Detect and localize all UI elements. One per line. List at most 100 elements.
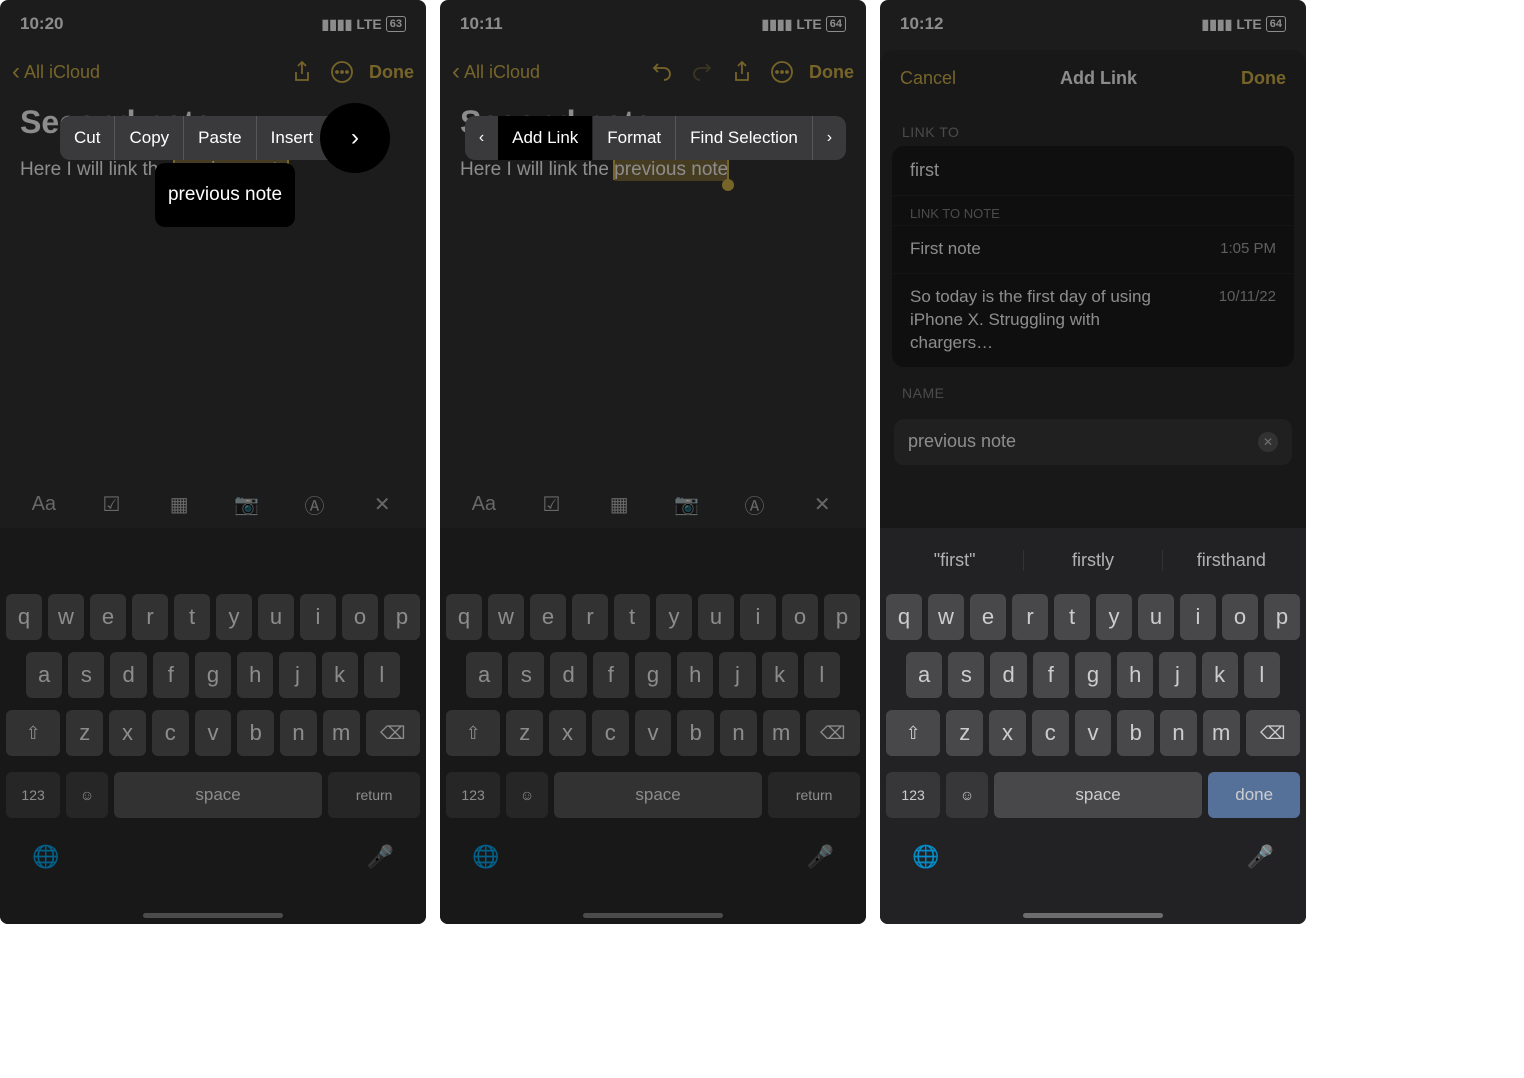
key-n[interactable]: n (1160, 710, 1197, 756)
mic-icon[interactable]: 🎤 (1247, 844, 1274, 870)
key-c[interactable]: c (1032, 710, 1069, 756)
markup-icon[interactable]: Ⓐ (301, 490, 329, 519)
more-icon[interactable] (769, 59, 795, 85)
globe-icon[interactable]: 🌐 (912, 844, 939, 870)
key-y[interactable]: y (1096, 594, 1132, 640)
return-key[interactable]: return (328, 772, 420, 818)
key-w[interactable]: w (48, 594, 84, 640)
done-button[interactable]: Done (809, 62, 854, 83)
ctx-back-arrow[interactable]: ‹ (465, 116, 498, 160)
emoji-key[interactable]: ☺ (66, 772, 108, 818)
clear-icon[interactable]: ✕ (1258, 432, 1278, 452)
key-z[interactable]: z (946, 710, 983, 756)
key-d[interactable]: d (990, 652, 1026, 698)
ctx-format[interactable]: Format (593, 116, 676, 160)
table-icon[interactable]: ▦ (605, 492, 633, 517)
key-e[interactable]: e (90, 594, 126, 640)
link-name-input[interactable]: previous note ✕ (894, 419, 1292, 465)
back-button[interactable]: ‹ All iCloud (12, 60, 100, 84)
shift-key[interactable]: ⇧ (446, 710, 500, 756)
mic-icon[interactable]: 🎤 (807, 844, 834, 870)
search-result-1[interactable]: So today is the first day of using iPhon… (892, 273, 1294, 367)
suggestion-2[interactable]: firsthand (1163, 550, 1300, 571)
key-e[interactable]: e (970, 594, 1006, 640)
numbers-key[interactable]: 123 (446, 772, 500, 818)
camera-icon[interactable]: 📷 (233, 492, 261, 517)
key-j[interactable]: j (719, 652, 755, 698)
key-i[interactable]: i (300, 594, 336, 640)
key-a[interactable]: a (26, 652, 62, 698)
key-k[interactable]: k (322, 652, 358, 698)
key-v[interactable]: v (635, 710, 672, 756)
ctx-add-link[interactable]: Add Link (498, 116, 593, 160)
key-p[interactable]: p (384, 594, 420, 640)
numbers-key[interactable]: 123 (886, 772, 940, 818)
checklist-icon[interactable]: ☑ (538, 492, 566, 517)
key-g[interactable]: g (195, 652, 231, 698)
key-s[interactable]: s (948, 652, 984, 698)
key-f[interactable]: f (153, 652, 189, 698)
key-h[interactable]: h (237, 652, 273, 698)
emoji-key[interactable]: ☺ (946, 772, 988, 818)
close-toolbar-icon[interactable]: ✕ (808, 492, 836, 517)
numbers-key[interactable]: 123 (6, 772, 60, 818)
key-n[interactable]: n (280, 710, 317, 756)
key-h[interactable]: h (677, 652, 713, 698)
key-f[interactable]: f (1033, 652, 1069, 698)
key-g[interactable]: g (1075, 652, 1111, 698)
key-t[interactable]: t (614, 594, 650, 640)
share-icon[interactable] (289, 59, 315, 85)
key-q[interactable]: q (446, 594, 482, 640)
globe-icon[interactable]: 🌐 (472, 844, 499, 870)
more-icon[interactable] (329, 59, 355, 85)
key-b[interactable]: b (1117, 710, 1154, 756)
done-key[interactable]: done (1208, 772, 1300, 818)
mic-icon[interactable]: 🎤 (367, 844, 394, 870)
key-p[interactable]: p (1264, 594, 1300, 640)
key-w[interactable]: w (488, 594, 524, 640)
key-o[interactable]: o (782, 594, 818, 640)
key-m[interactable]: m (1203, 710, 1240, 756)
ctx-insert[interactable]: Insert (257, 116, 329, 160)
emoji-key[interactable]: ☺ (506, 772, 548, 818)
table-icon[interactable]: ▦ (165, 492, 193, 517)
key-v[interactable]: v (1075, 710, 1112, 756)
text-format-icon[interactable]: Aa (470, 493, 498, 516)
key-u[interactable]: u (258, 594, 294, 640)
selected-text[interactable]: previous note (614, 158, 728, 181)
home-indicator[interactable] (143, 913, 283, 918)
close-toolbar-icon[interactable]: ✕ (368, 492, 396, 517)
key-n[interactable]: n (720, 710, 757, 756)
key-j[interactable]: j (1159, 652, 1195, 698)
key-s[interactable]: s (68, 652, 104, 698)
key-y[interactable]: y (216, 594, 252, 640)
key-u[interactable]: u (1138, 594, 1174, 640)
key-x[interactable]: x (549, 710, 586, 756)
key-t[interactable]: t (174, 594, 210, 640)
key-x[interactable]: x (989, 710, 1026, 756)
globe-icon[interactable]: 🌐 (32, 844, 59, 870)
key-f[interactable]: f (593, 652, 629, 698)
key-s[interactable]: s (508, 652, 544, 698)
redo-icon[interactable] (689, 59, 715, 85)
key-i[interactable]: i (740, 594, 776, 640)
cancel-button[interactable]: Cancel (900, 68, 956, 89)
key-y[interactable]: y (656, 594, 692, 640)
keyboard[interactable]: "first" firstly firsthand qwertyuiop asd… (880, 528, 1306, 924)
shift-key[interactable]: ⇧ (6, 710, 60, 756)
key-u[interactable]: u (698, 594, 734, 640)
key-r[interactable]: r (572, 594, 608, 640)
key-g[interactable]: g (635, 652, 671, 698)
home-indicator[interactable] (1023, 913, 1163, 918)
key-z[interactable]: z (506, 710, 543, 756)
key-r[interactable]: r (1012, 594, 1048, 640)
return-key[interactable]: return (768, 772, 860, 818)
ctx-paste[interactable]: Paste (184, 116, 256, 160)
key-l[interactable]: l (804, 652, 840, 698)
key-o[interactable]: o (1222, 594, 1258, 640)
space-key[interactable]: space (994, 772, 1202, 818)
key-x[interactable]: x (109, 710, 146, 756)
key-m[interactable]: m (323, 710, 360, 756)
ctx-find-selection[interactable]: Find Selection (676, 116, 813, 160)
key-i[interactable]: i (1180, 594, 1216, 640)
